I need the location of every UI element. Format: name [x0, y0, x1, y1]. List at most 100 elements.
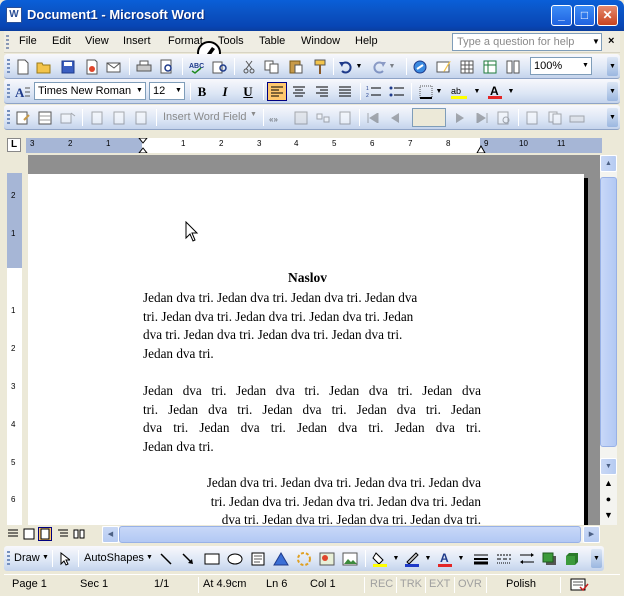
menu-window[interactable]: Window — [301, 35, 340, 47]
document-paragraph-1[interactable]: Jedan dva tri. Jedan dva tri. Jedan dva … — [143, 289, 481, 364]
line-tool-icon[interactable] — [157, 550, 175, 567]
justify-button[interactable] — [336, 83, 354, 100]
toolbar-grip[interactable] — [7, 84, 10, 99]
previous-page-button[interactable]: ▲ — [600, 475, 617, 491]
shadow-style-icon[interactable] — [541, 550, 559, 567]
font-size-select[interactable]: 12 ▼ — [149, 82, 185, 100]
print-icon[interactable] — [135, 58, 153, 75]
scroll-left-button[interactable]: ◀ — [102, 526, 119, 543]
font-name-select[interactable]: Times New Roman ▼ — [34, 82, 146, 100]
oval-tool-icon[interactable] — [226, 550, 244, 567]
font-size-dropdown-icon[interactable]: ▼ — [173, 83, 184, 99]
spelling-status-icon[interactable] — [569, 577, 589, 593]
bullets-icon[interactable] — [388, 83, 406, 100]
permission-icon[interactable] — [83, 58, 101, 75]
scroll-up-button[interactable]: ▲ — [600, 155, 617, 172]
toolbar-grip[interactable] — [7, 110, 10, 125]
next-record-icon[interactable] — [451, 109, 469, 126]
clip-art-icon[interactable] — [318, 550, 336, 567]
toolbar-options-chevron[interactable]: ▼ — [591, 549, 602, 568]
fill-color-button[interactable] — [371, 550, 389, 567]
help-dropdown-arrow[interactable]: ▼ — [590, 33, 602, 51]
next-page-button[interactable]: ▼ — [600, 507, 617, 523]
draw-font-color-button[interactable]: A — [436, 550, 454, 567]
copy-icon[interactable] — [263, 58, 281, 75]
vertical-ruler[interactable]: 2 1 1 2 3 4 5 6 — [7, 173, 22, 525]
status-extend[interactable]: EXT — [429, 578, 450, 590]
line-style-icon[interactable] — [472, 550, 490, 567]
insert-greeting-line-icon[interactable] — [110, 109, 128, 126]
match-fields-icon[interactable] — [314, 109, 332, 126]
draw-menu-button[interactable]: Draw — [14, 552, 40, 564]
zoom-dropdown-icon[interactable]: ▼ — [580, 58, 591, 74]
redo-dropdown-icon[interactable]: ▼ — [387, 58, 397, 75]
highlight-dropdown-icon[interactable]: ▼ — [472, 83, 482, 100]
align-left-button[interactable] — [267, 82, 287, 101]
go-to-record-input[interactable] — [412, 108, 446, 127]
arrow-style-icon[interactable] — [518, 550, 536, 567]
main-document-setup-icon[interactable] — [14, 109, 32, 126]
undo-dropdown-icon[interactable]: ▼ — [354, 58, 364, 75]
font-color-button[interactable]: A — [486, 83, 504, 100]
redo-icon[interactable] — [370, 58, 388, 75]
autoshapes-button[interactable]: AutoShapes — [84, 552, 144, 564]
menu-view[interactable]: View — [85, 35, 109, 47]
horizontal-ruler[interactable]: 3 2 1 1 2 3 4 5 6 7 8 9 10 11 — [26, 138, 602, 153]
toolbar-grip[interactable] — [7, 59, 10, 74]
research-icon[interactable] — [211, 58, 229, 75]
merge-to-document-icon[interactable] — [546, 109, 564, 126]
underline-button[interactable]: U — [239, 83, 257, 100]
format-painter-icon[interactable] — [311, 58, 329, 75]
close-button[interactable]: ✕ — [597, 5, 618, 26]
vertical-scrollbar[interactable]: ▲ ▼ ▲ ● ▼ — [600, 155, 617, 525]
font-name-dropdown-icon[interactable]: ▼ — [134, 83, 145, 99]
check-errors-icon[interactable] — [523, 109, 541, 126]
right-indent-marker-icon[interactable] — [476, 144, 486, 153]
highlight-button[interactable]: ab — [450, 83, 468, 100]
status-line[interactable]: Ln 6 — [266, 578, 287, 590]
open-data-source-icon[interactable] — [36, 109, 54, 126]
insert-table-icon[interactable] — [458, 58, 476, 75]
status-section[interactable]: Sec 1 — [80, 578, 108, 590]
scroll-right-button[interactable]: ▶ — [583, 526, 600, 543]
indent-marker-icon[interactable] — [138, 138, 148, 153]
rectangle-tool-icon[interactable] — [203, 550, 221, 567]
text-box-icon[interactable] — [249, 550, 267, 567]
border-icon[interactable] — [417, 83, 435, 100]
insert-word-field-button[interactable]: Insert Word Field — [163, 111, 247, 123]
status-page[interactable]: Page 1 — [12, 578, 47, 590]
status-record-macro[interactable]: REC — [370, 578, 393, 590]
minimize-button[interactable]: _ — [551, 5, 572, 26]
last-record-icon[interactable] — [473, 109, 491, 126]
align-right-button[interactable] — [313, 83, 331, 100]
zoom-select[interactable]: 100% ▼ — [530, 57, 592, 75]
toolbar-options-chevron[interactable]: ▼ — [607, 57, 618, 76]
status-column[interactable]: Col 1 — [310, 578, 336, 590]
border-dropdown-icon[interactable]: ▼ — [434, 83, 444, 100]
save-icon[interactable] — [59, 58, 77, 75]
toolbar-grip[interactable] — [7, 551, 10, 566]
font-color-dropdown-icon[interactable]: ▼ — [506, 83, 516, 100]
outline-view-icon[interactable] — [56, 527, 70, 541]
find-entry-icon[interactable] — [495, 109, 513, 126]
arrow-tool-icon[interactable] — [179, 550, 197, 567]
print-preview-icon[interactable] — [158, 58, 176, 75]
styles-icon[interactable]: A — [14, 83, 32, 100]
highlight-merge-fields-icon[interactable] — [292, 109, 310, 126]
scroll-down-button[interactable]: ▼ — [600, 458, 617, 475]
align-center-button[interactable] — [290, 83, 308, 100]
dash-style-icon[interactable] — [495, 550, 513, 567]
menu-edit[interactable]: Edit — [52, 35, 71, 47]
recipients-icon[interactable] — [59, 109, 77, 126]
maximize-button[interactable]: □ — [574, 5, 595, 26]
toolbar-options-chevron[interactable]: ▼ — [607, 108, 618, 127]
reading-layout-icon[interactable] — [72, 527, 86, 541]
italic-button[interactable]: I — [216, 83, 234, 100]
document-close-icon[interactable]: × — [608, 35, 614, 47]
menu-file[interactable]: File — [19, 35, 37, 47]
tab-selector-button[interactable]: L — [7, 138, 21, 152]
line-color-button[interactable] — [403, 550, 421, 567]
hyperlink-icon[interactable] — [412, 58, 430, 75]
status-at[interactable]: At 4.9cm — [203, 578, 246, 590]
normal-view-icon[interactable] — [6, 527, 20, 541]
